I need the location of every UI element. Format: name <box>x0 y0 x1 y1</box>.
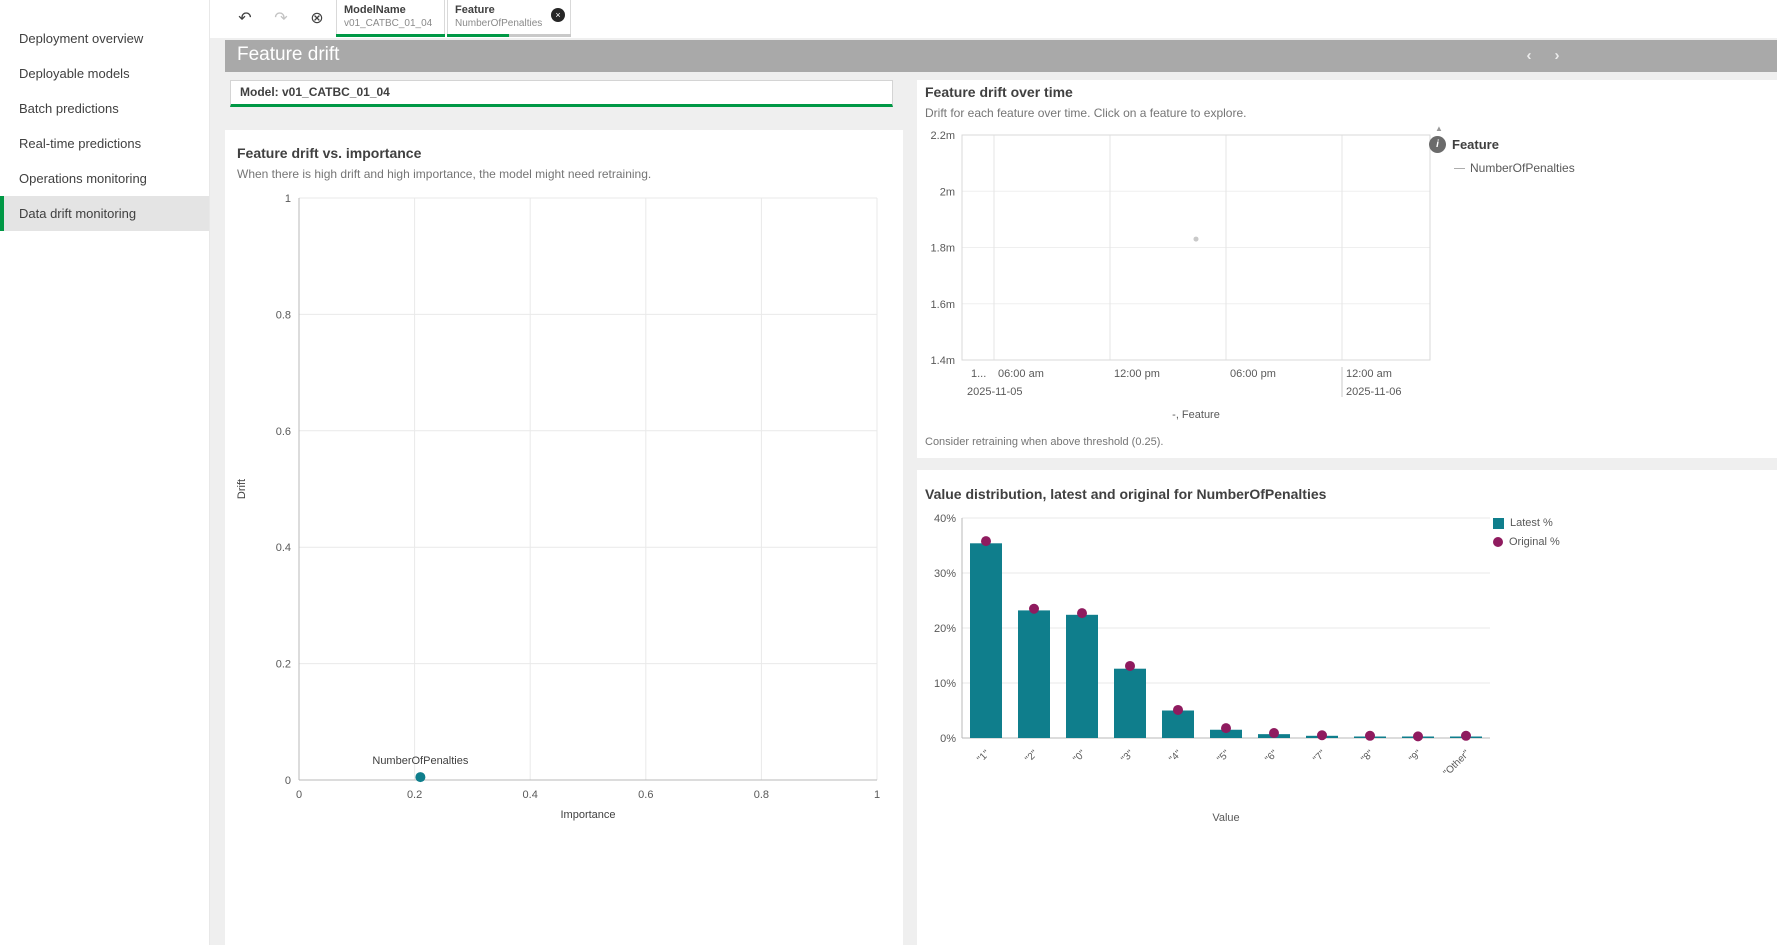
svg-text:0.4: 0.4 <box>523 789 538 801</box>
svg-text:06:00 am: 06:00 am <box>998 368 1044 380</box>
svg-text:0.2: 0.2 <box>407 789 422 801</box>
line-chart-legend: ▲ i Feature NumberOfPenalties <box>1429 124 1589 175</box>
clear-selections-icon[interactable]: ⊗ <box>303 5 331 33</box>
sidebar-item-deployment-overview[interactable]: Deployment overview <box>0 21 209 56</box>
svg-text:"6": "6" <box>1263 748 1280 765</box>
svg-text:30%: 30% <box>934 568 956 580</box>
svg-text:"0": "0" <box>1071 748 1088 765</box>
svg-text:40%: 40% <box>934 513 956 525</box>
selection-chip-feature[interactable]: Feature NumberOfPenalties × <box>447 0 571 37</box>
legend-item-original[interactable]: Original % <box>1493 536 1560 548</box>
selection-field-label: ModelName <box>337 0 444 16</box>
model-selector[interactable]: Model: v01_CATBC_01_04 <box>230 80 893 107</box>
legend-swatch-original <box>1493 537 1503 547</box>
drift-line-chart[interactable]: 1.4m 1.6m 1.8m 2m 2.2m 1... 06:00 am 12:00 pm 06… <box>917 80 1777 458</box>
chart-title: Feature drift vs. importance <box>237 145 421 161</box>
selections-toolbar: ↶ ↷ ⊗ ModelName v01_CATBC_01_04 Feature … <box>210 0 1777 38</box>
svg-text:"4": "4" <box>1167 748 1184 765</box>
svg-text:0.2: 0.2 <box>276 659 291 671</box>
svg-text:20%: 20% <box>934 623 956 635</box>
legend-line-swatch <box>1454 168 1465 169</box>
legend-item-label: Latest % <box>1510 517 1553 529</box>
sidebar-item-data-drift-monitoring[interactable]: Data drift monitoring <box>0 196 209 231</box>
svg-text:2025-11-05: 2025-11-05 <box>967 386 1022 398</box>
selections-forward-icon[interactable]: ↷ <box>267 5 295 33</box>
info-icon[interactable]: i <box>1429 136 1446 153</box>
svg-text:"3": "3" <box>1119 748 1136 765</box>
selection-chip-modelname[interactable]: ModelName v01_CATBC_01_04 <box>336 0 445 37</box>
chart-subtitle: When there is high drift and high import… <box>237 167 651 181</box>
sheet-titlebar: Feature drift ‹ › <box>225 40 1777 72</box>
selection-value-label: v01_CATBC_01_04 <box>337 16 444 29</box>
legend-swatch-latest <box>1493 518 1504 529</box>
prev-sheet-chevron-icon[interactable]: ‹ <box>1519 47 1539 64</box>
value-distribution-chart[interactable]: 0% 10% 20% 30% 40% "1" "2" "0" "3" "4" "5" "6" "7" "8… <box>917 470 1777 945</box>
svg-text:"2": "2" <box>1023 748 1040 765</box>
svg-text:"5": "5" <box>1215 748 1232 765</box>
legend-scroll-up-icon[interactable]: ▲ <box>1435 124 1589 133</box>
svg-text:0.6: 0.6 <box>276 426 291 438</box>
svg-text:"1": "1" <box>975 748 992 765</box>
legend-item-numberofpenalties[interactable]: NumberOfPenalties <box>1454 161 1589 175</box>
svg-text:1...: 1... <box>971 368 986 380</box>
scatter-chart[interactable]: 0 0.2 0.4 0.6 0.8 1 0 0.2 0.4 0.6 0.8 1 Importance Dr… <box>225 130 903 845</box>
legend-item-label: Original % <box>1509 536 1560 548</box>
value-distribution-card: 0% 10% 20% 30% 40% "1" "2" "0" "3" "4" "5" "6" "7" "8… <box>917 470 1777 945</box>
sidebar-item-real-time-predictions[interactable]: Real-time predictions <box>0 126 209 161</box>
selections-back-icon[interactable]: ↶ <box>231 5 259 33</box>
svg-text:2025-11-06: 2025-11-06 <box>1346 386 1401 398</box>
next-sheet-chevron-icon[interactable]: › <box>1547 47 1567 64</box>
sidebar-item-batch-predictions[interactable]: Batch predictions <box>0 91 209 126</box>
feature-drift-importance-card: 0 0.2 0.4 0.6 0.8 1 0 0.2 0.4 0.6 0.8 1 Importance Dr… <box>225 130 903 945</box>
svg-text:Value: Value <box>1212 812 1239 824</box>
svg-text:NumberOfPenalties: NumberOfPenalties <box>372 755 468 767</box>
svg-text:1.4m: 1.4m <box>931 355 955 367</box>
svg-text:0%: 0% <box>940 733 956 745</box>
svg-text:0.6: 0.6 <box>638 789 653 801</box>
svg-text:0.4: 0.4 <box>276 542 291 554</box>
svg-text:0: 0 <box>296 789 302 801</box>
svg-text:2.2m: 2.2m <box>931 130 955 142</box>
sidebar: Deployment overview Deployable models Ba… <box>0 0 210 945</box>
sidebar-item-operations-monitoring[interactable]: Operations monitoring <box>0 161 209 196</box>
svg-text:1: 1 <box>285 193 291 205</box>
chart-title: Value distribution, latest and original … <box>925 486 1326 502</box>
svg-text:0: 0 <box>285 775 291 787</box>
bar-chart-legend: Latest % Original % <box>1493 517 1560 555</box>
legend-title: Feature <box>1452 137 1499 152</box>
svg-text:Drift: Drift <box>236 479 248 499</box>
x-axis-caption: -, Feature <box>962 409 1430 421</box>
svg-text:"9": "9" <box>1407 748 1424 765</box>
threshold-note: Consider retraining when above threshold… <box>925 436 1163 448</box>
svg-text:"8": "8" <box>1359 748 1376 765</box>
sheet-title: Feature drift <box>237 44 339 66</box>
svg-text:12:00 am: 12:00 am <box>1346 368 1392 380</box>
selection-underline <box>447 34 571 37</box>
svg-text:1: 1 <box>874 789 880 801</box>
svg-text:"7": "7" <box>1311 748 1328 765</box>
svg-text:1.6m: 1.6m <box>931 299 955 311</box>
chart-subtitle: Drift for each feature over time. Click … <box>925 106 1246 120</box>
svg-text:2m: 2m <box>940 186 955 198</box>
legend-item-label: NumberOfPenalties <box>1470 161 1575 175</box>
svg-text:0.8: 0.8 <box>754 789 769 801</box>
svg-text:12:00 pm: 12:00 pm <box>1114 368 1160 380</box>
feature-drift-over-time-card: 1.4m 1.6m 1.8m 2m 2.2m 1... 06:00 am 12:00 pm 06… <box>917 80 1777 458</box>
svg-text:06:00 pm: 06:00 pm <box>1230 368 1276 380</box>
legend-item-latest[interactable]: Latest % <box>1493 517 1560 529</box>
svg-text:Importance: Importance <box>560 809 615 821</box>
chart-title: Feature drift over time <box>925 84 1073 100</box>
selection-underline <box>336 34 445 37</box>
clear-selection-icon[interactable]: × <box>551 8 565 22</box>
svg-text:10%: 10% <box>934 678 956 690</box>
svg-text:0.8: 0.8 <box>276 309 291 321</box>
svg-text:"Other": "Other" <box>1442 748 1473 779</box>
svg-text:1.8m: 1.8m <box>931 243 955 255</box>
sidebar-item-deployable-models[interactable]: Deployable models <box>0 56 209 91</box>
